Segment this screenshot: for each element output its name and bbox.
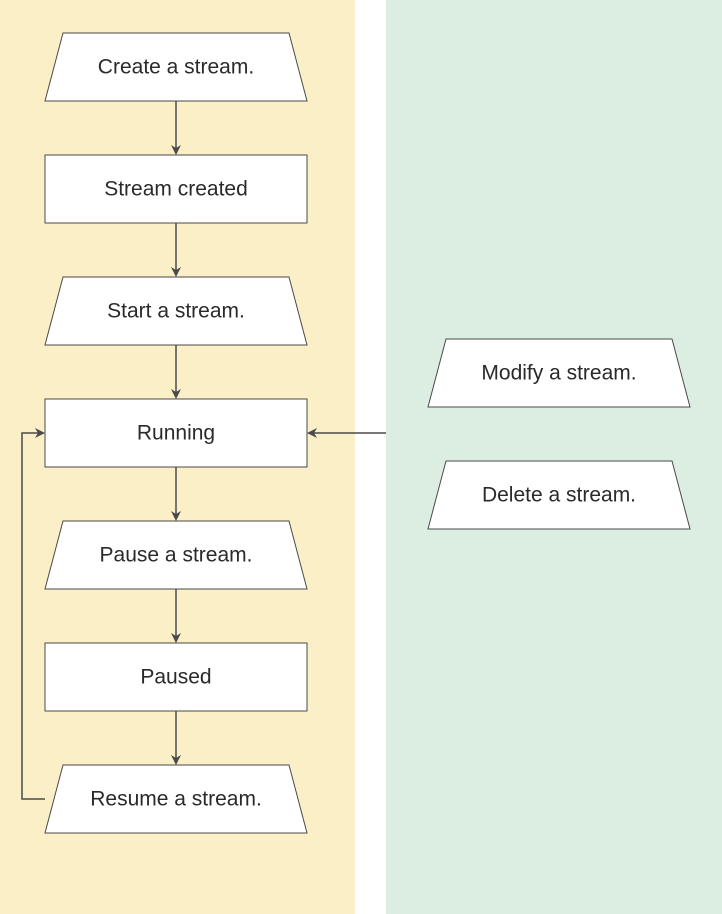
node-running-label: Running [137, 422, 215, 445]
node-create: Create a stream. [45, 33, 307, 101]
node-start-label: Start a stream. [107, 300, 245, 323]
node-resume: Resume a stream. [45, 765, 307, 833]
node-delete-label: Delete a stream. [482, 484, 636, 507]
node-resume-label: Resume a stream. [90, 788, 262, 811]
gap [355, 0, 386, 914]
node-modify-label: Modify a stream. [481, 362, 636, 385]
node-pause: Pause a stream. [45, 521, 307, 589]
node-created-label: Stream created [104, 178, 248, 201]
flow-diagram: Create a stream. Stream created Start a st… [0, 0, 722, 914]
node-paused-label: Paused [140, 666, 211, 689]
right-panel-bg [386, 0, 722, 914]
node-delete: Delete a stream. [428, 461, 690, 529]
node-pause-label: Pause a stream. [100, 544, 253, 567]
node-paused: Paused [45, 643, 307, 711]
node-create-label: Create a stream. [98, 56, 254, 79]
node-running: Running [45, 399, 307, 467]
node-modify: Modify a stream. [428, 339, 690, 407]
node-start: Start a stream. [45, 277, 307, 345]
node-created: Stream created [45, 155, 307, 223]
